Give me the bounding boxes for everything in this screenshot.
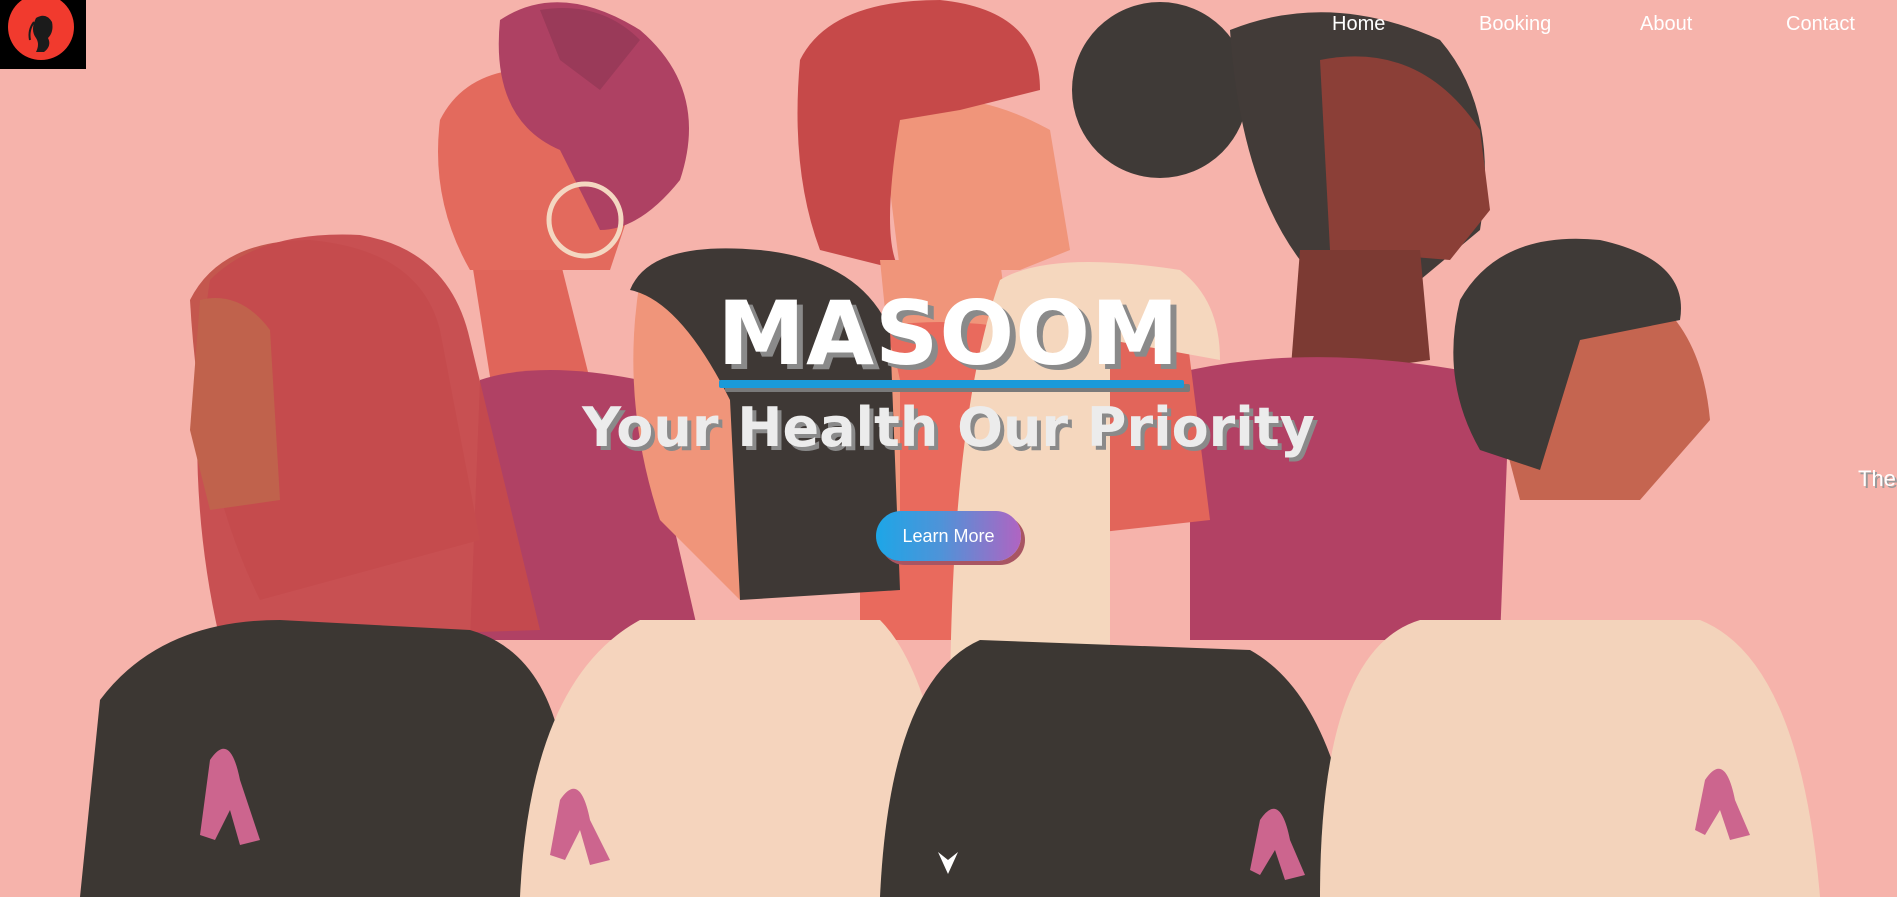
hero-tagline: Your Health Our Priority <box>582 396 1315 459</box>
hero-title: MASOOM <box>717 290 1184 388</box>
hero-title-text: MASOOM <box>717 282 1180 385</box>
nav-about[interactable]: About <box>1640 13 1692 36</box>
hero-title-wrap: MASOOM <box>0 290 1897 388</box>
carousel-side-text: The <box>1858 466 1896 491</box>
nav-contact[interactable]: Contact <box>1786 13 1855 36</box>
nav-booking[interactable]: Booking <box>1479 13 1551 36</box>
learn-more-button[interactable]: Learn More <box>876 511 1021 561</box>
nav-home[interactable]: Home <box>1332 13 1385 36</box>
site-logo[interactable] <box>0 0 86 69</box>
title-underline <box>719 380 1184 388</box>
arrow-down-icon[interactable] <box>938 850 958 876</box>
woman-silhouette-icon <box>8 0 74 60</box>
